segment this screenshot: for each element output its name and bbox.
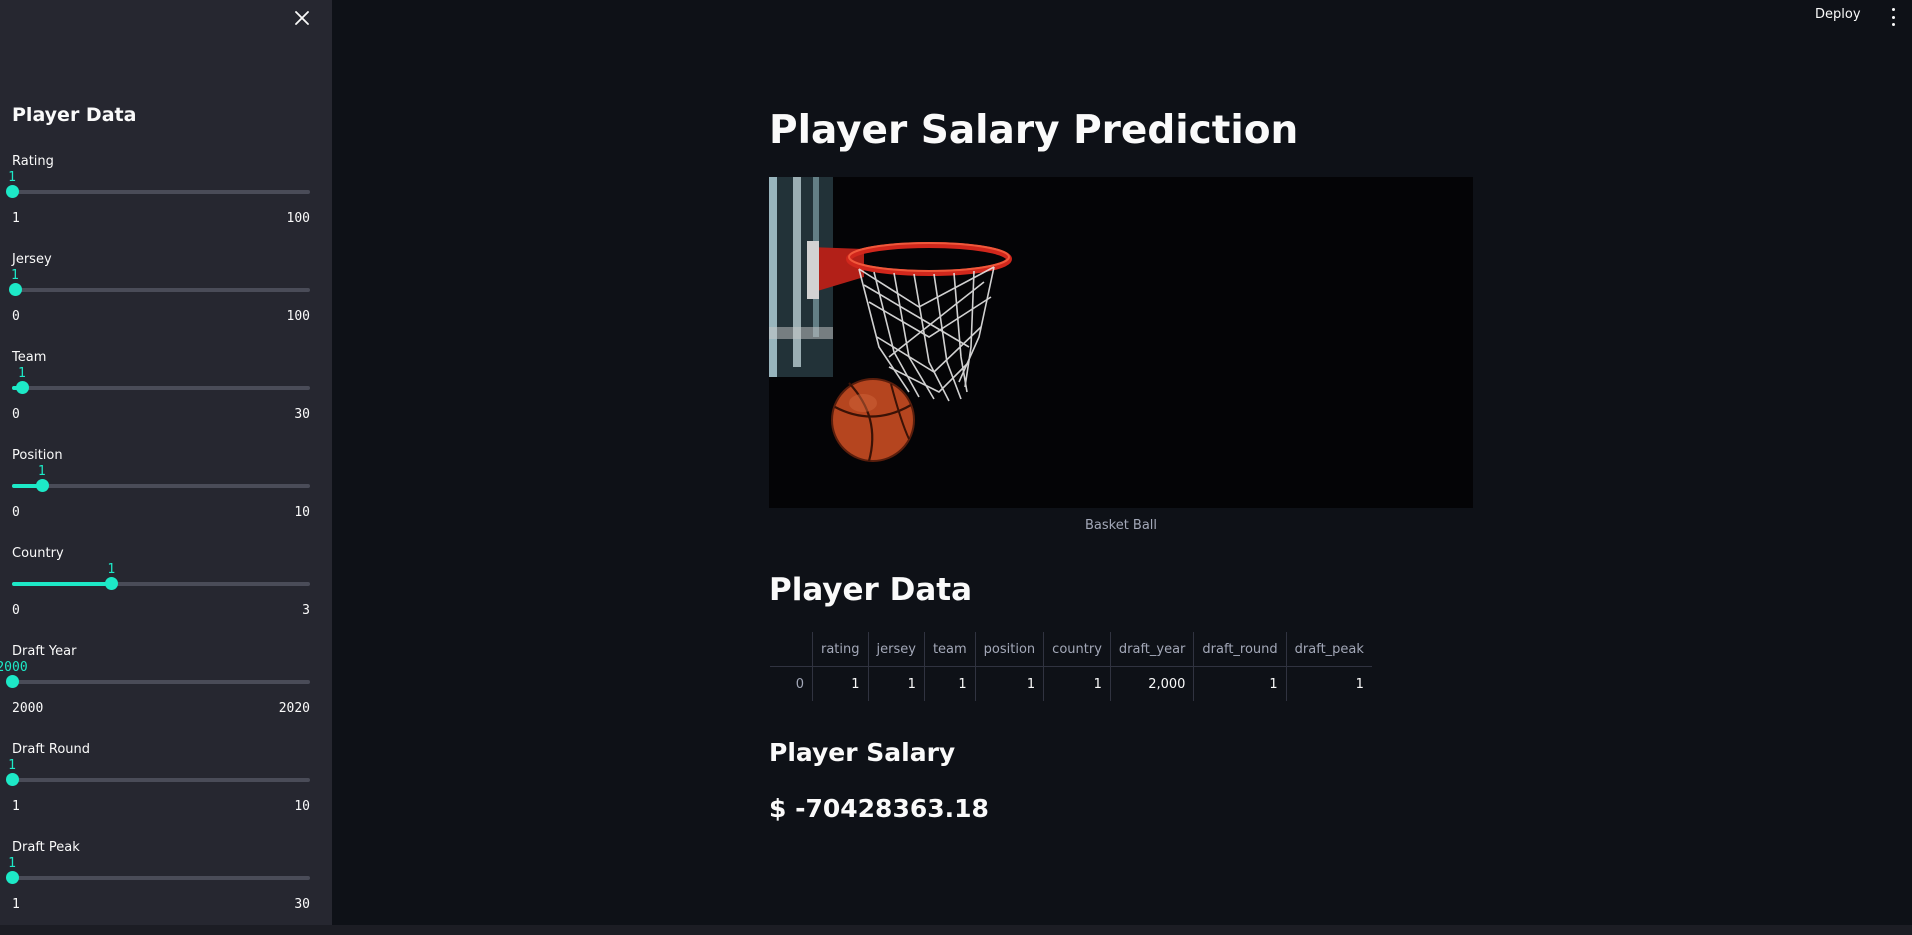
slider-max-label: 10: [294, 505, 310, 520]
table-cell[interactable]: 1: [974, 666, 1045, 701]
sidebar: Player Data Rating 1 1 100 Jersey 1 0 100 Team 1 0…: [0, 0, 332, 925]
slider-current-value: 1: [8, 758, 16, 773]
slider-min-label: 1: [12, 897, 20, 912]
slider-thumb[interactable]: [15, 381, 29, 394]
slider-label: Draft Peak: [12, 840, 80, 855]
slider-min-label: 0: [12, 505, 20, 520]
slider-track[interactable]: [12, 479, 310, 492]
slider-label: Draft Round: [12, 742, 91, 757]
table-header-row: rating jersey team position country draft_yea…: [769, 632, 1372, 667]
slider-min-label: 1: [12, 799, 20, 814]
slider-min-label: 0: [12, 603, 20, 618]
table-column-header[interactable]: jersey: [867, 632, 925, 667]
table-column-header[interactable]: draft_peak: [1285, 632, 1372, 667]
slider-current-value: 2000: [0, 660, 28, 675]
table-cell[interactable]: 1: [812, 666, 869, 701]
slider-thumb[interactable]: [35, 479, 49, 492]
table-cell[interactable]: 1: [867, 666, 925, 701]
slider-min-label: 1: [12, 211, 20, 226]
image-caption: Basket Ball: [1084, 518, 1158, 533]
slider-draft-round[interactable]: Draft Round 1 1 10: [6, 742, 310, 832]
slider-track[interactable]: [6, 773, 310, 786]
slider-draft-year[interactable]: Draft Year 2000 2000 2020: [0, 644, 310, 734]
table-cell[interactable]: 1: [1285, 666, 1372, 701]
slider-thumb[interactable]: [6, 871, 19, 884]
slider-thumb[interactable]: [105, 577, 119, 590]
table-column-header[interactable]: draft_round: [1193, 632, 1287, 667]
slider-track[interactable]: [12, 577, 310, 590]
slider-thumb[interactable]: [8, 283, 22, 296]
table-body: 0 1 1 1 1 1 2,000 1 1: [769, 666, 1372, 701]
slider-current-value: 1: [8, 856, 16, 871]
slider-current-value: 1: [8, 170, 16, 185]
page-title: Player Salary Prediction: [769, 108, 1299, 153]
slider-label: Rating: [12, 154, 54, 169]
slider-max-label: 30: [294, 897, 310, 912]
player-data-table[interactable]: rating jersey team position country draft_yea…: [769, 631, 1373, 702]
table-cell[interactable]: 1: [923, 666, 976, 701]
salary-value: $ -70428363.18: [769, 794, 989, 823]
slider-min-label: 0: [12, 309, 20, 324]
slider-fill: [12, 582, 112, 586]
table-row-index[interactable]: 0: [769, 666, 813, 701]
player-data-heading: Player Data: [769, 572, 973, 608]
table-cell[interactable]: 1: [1043, 666, 1111, 701]
table-cell[interactable]: 1: [1193, 666, 1287, 701]
slider-max-label: 30: [294, 407, 310, 422]
slider-min-label: 2000: [12, 701, 44, 716]
slider-track[interactable]: [8, 283, 310, 296]
slider-label: Jersey: [12, 252, 52, 267]
slider-current-value: 1: [37, 464, 46, 479]
slider-thumb[interactable]: [6, 773, 19, 786]
table-column-header[interactable]: position: [974, 632, 1045, 667]
table-cell[interactable]: 2,000: [1109, 666, 1195, 701]
slider-label: Draft Year: [12, 644, 77, 659]
slider-current-value: 1: [107, 562, 116, 577]
slider-max-label: 10: [294, 799, 310, 814]
table-column-header[interactable]: team: [923, 632, 976, 667]
slider-label: Country: [12, 546, 64, 561]
table-column-header[interactable]: draft_year: [1109, 632, 1195, 667]
slider-label: Position: [12, 448, 63, 463]
more-vertical-icon[interactable]: [1887, 8, 1899, 26]
table-index-header[interactable]: [769, 632, 813, 667]
player-salary-heading: Player Salary: [769, 738, 956, 767]
slider-min-label: 0: [12, 407, 20, 422]
slider-thumb[interactable]: [6, 675, 19, 688]
slider-track[interactable]: [6, 675, 310, 688]
slider-max-label: 3: [302, 603, 310, 618]
slider-track[interactable]: [6, 185, 310, 198]
slider-jersey[interactable]: Jersey 1 0 100: [8, 252, 310, 342]
slider-country[interactable]: Country 1 0 3: [12, 546, 310, 636]
slider-max-label: 2020: [278, 701, 310, 716]
table-column-header[interactable]: rating: [812, 632, 869, 667]
close-sidebar-button[interactable]: [290, 6, 314, 30]
deploy-button[interactable]: Deploy: [1815, 7, 1861, 22]
slider-draft-peak[interactable]: Draft Peak 1 1 30: [6, 840, 310, 930]
slider-current-value: 1: [11, 268, 19, 283]
sidebar-title: Player Data: [12, 104, 137, 126]
slider-label: Team: [12, 350, 47, 365]
slider-rating[interactable]: Rating 1 1 100: [6, 154, 310, 244]
slider-thumb[interactable]: [6, 185, 19, 198]
slider-team[interactable]: Team 1 0 30: [12, 350, 310, 440]
slider-max-label: 100: [286, 309, 310, 324]
table-column-header[interactable]: country: [1043, 632, 1111, 667]
table-row: 0 1 1 1 1 1 2,000 1 1: [769, 666, 1372, 701]
slider-max-label: 100: [286, 211, 310, 226]
slider-track[interactable]: [6, 871, 310, 884]
close-icon: [295, 11, 309, 25]
bottom-bar: [0, 925, 1912, 935]
basketball-image: [769, 177, 1473, 508]
slider-track[interactable]: [12, 381, 310, 394]
slider-position[interactable]: Position 1 0 10: [12, 448, 310, 538]
slider-current-value: 1: [18, 366, 26, 381]
